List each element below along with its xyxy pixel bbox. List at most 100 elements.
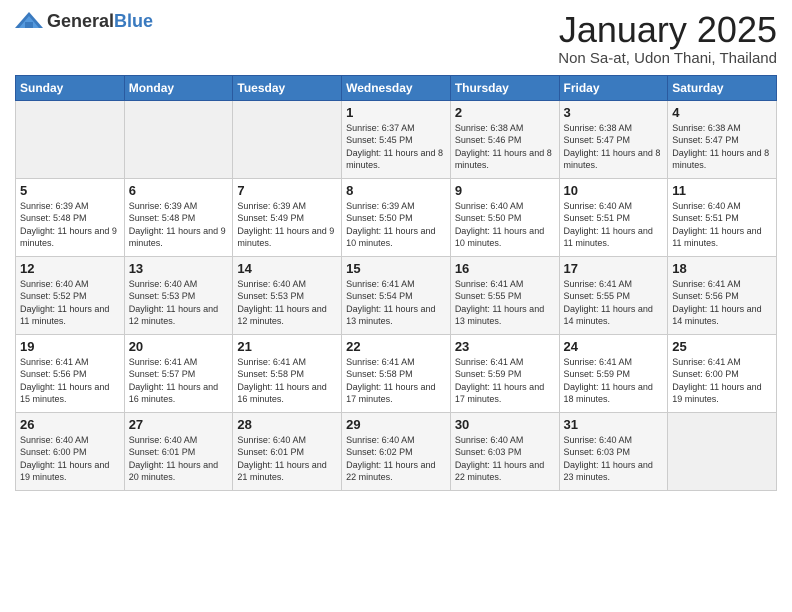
- calendar-cell: 26 Sunrise: 6:40 AMSunset: 6:00 PMDaylig…: [16, 412, 125, 490]
- day-info: Sunrise: 6:41 AMSunset: 5:56 PMDaylight:…: [672, 278, 772, 328]
- day-info: Sunrise: 6:40 AMSunset: 6:02 PMDaylight:…: [346, 434, 446, 484]
- day-info: Sunrise: 6:41 AMSunset: 5:55 PMDaylight:…: [455, 278, 555, 328]
- col-monday: Monday: [124, 75, 233, 100]
- day-number: 5: [20, 183, 120, 198]
- day-info: Sunrise: 6:40 AMSunset: 6:01 PMDaylight:…: [237, 434, 337, 484]
- calendar-cell: 5 Sunrise: 6:39 AMSunset: 5:48 PMDayligh…: [16, 178, 125, 256]
- calendar-cell: 24 Sunrise: 6:41 AMSunset: 5:59 PMDaylig…: [559, 334, 668, 412]
- calendar-cell: 30 Sunrise: 6:40 AMSunset: 6:03 PMDaylig…: [450, 412, 559, 490]
- day-number: 20: [129, 339, 229, 354]
- calendar-cell: 6 Sunrise: 6:39 AMSunset: 5:48 PMDayligh…: [124, 178, 233, 256]
- calendar-cell: 9 Sunrise: 6:40 AMSunset: 5:50 PMDayligh…: [450, 178, 559, 256]
- logo-blue: Blue: [114, 11, 153, 31]
- calendar-cell: 20 Sunrise: 6:41 AMSunset: 5:57 PMDaylig…: [124, 334, 233, 412]
- day-info: Sunrise: 6:40 AMSunset: 5:51 PMDaylight:…: [672, 200, 772, 250]
- calendar-cell: 7 Sunrise: 6:39 AMSunset: 5:49 PMDayligh…: [233, 178, 342, 256]
- day-info: Sunrise: 6:41 AMSunset: 5:58 PMDaylight:…: [237, 356, 337, 406]
- day-number: 24: [564, 339, 664, 354]
- calendar-week-5: 26 Sunrise: 6:40 AMSunset: 6:00 PMDaylig…: [16, 412, 777, 490]
- day-number: 4: [672, 105, 772, 120]
- day-number: 21: [237, 339, 337, 354]
- calendar-cell: [233, 100, 342, 178]
- day-number: 23: [455, 339, 555, 354]
- day-number: 17: [564, 261, 664, 276]
- calendar-cell: 19 Sunrise: 6:41 AMSunset: 5:56 PMDaylig…: [16, 334, 125, 412]
- calendar-cell: 18 Sunrise: 6:41 AMSunset: 5:56 PMDaylig…: [668, 256, 777, 334]
- day-info: Sunrise: 6:40 AMSunset: 5:52 PMDaylight:…: [20, 278, 120, 328]
- calendar-cell: 27 Sunrise: 6:40 AMSunset: 6:01 PMDaylig…: [124, 412, 233, 490]
- day-info: Sunrise: 6:41 AMSunset: 5:59 PMDaylight:…: [455, 356, 555, 406]
- calendar-cell: 10 Sunrise: 6:40 AMSunset: 5:51 PMDaylig…: [559, 178, 668, 256]
- day-number: 28: [237, 417, 337, 432]
- calendar-cell: 28 Sunrise: 6:40 AMSunset: 6:01 PMDaylig…: [233, 412, 342, 490]
- day-number: 2: [455, 105, 555, 120]
- day-info: Sunrise: 6:39 AMSunset: 5:48 PMDaylight:…: [129, 200, 229, 250]
- calendar-table: Sunday Monday Tuesday Wednesday Thursday…: [15, 75, 777, 491]
- day-info: Sunrise: 6:39 AMSunset: 5:49 PMDaylight:…: [237, 200, 337, 250]
- day-number: 26: [20, 417, 120, 432]
- day-number: 30: [455, 417, 555, 432]
- calendar-cell: 15 Sunrise: 6:41 AMSunset: 5:54 PMDaylig…: [342, 256, 451, 334]
- calendar-cell: [16, 100, 125, 178]
- col-saturday: Saturday: [668, 75, 777, 100]
- logo-text: GeneralBlue: [47, 12, 153, 31]
- calendar-cell: [668, 412, 777, 490]
- calendar-title: January 2025: [558, 10, 777, 50]
- day-info: Sunrise: 6:41 AMSunset: 6:00 PMDaylight:…: [672, 356, 772, 406]
- calendar-cell: 8 Sunrise: 6:39 AMSunset: 5:50 PMDayligh…: [342, 178, 451, 256]
- day-number: 13: [129, 261, 229, 276]
- col-sunday: Sunday: [16, 75, 125, 100]
- day-number: 14: [237, 261, 337, 276]
- day-number: 12: [20, 261, 120, 276]
- calendar-page: GeneralBlue January 2025 Non Sa-at, Udon…: [0, 0, 792, 612]
- calendar-week-1: 1 Sunrise: 6:37 AMSunset: 5:45 PMDayligh…: [16, 100, 777, 178]
- logo: GeneralBlue: [15, 10, 153, 32]
- day-number: 19: [20, 339, 120, 354]
- day-info: Sunrise: 6:38 AMSunset: 5:47 PMDaylight:…: [564, 122, 664, 172]
- calendar-cell: 23 Sunrise: 6:41 AMSunset: 5:59 PMDaylig…: [450, 334, 559, 412]
- day-number: 29: [346, 417, 446, 432]
- day-number: 1: [346, 105, 446, 120]
- calendar-cell: 14 Sunrise: 6:40 AMSunset: 5:53 PMDaylig…: [233, 256, 342, 334]
- col-friday: Friday: [559, 75, 668, 100]
- calendar-cell: [124, 100, 233, 178]
- day-number: 11: [672, 183, 772, 198]
- day-info: Sunrise: 6:40 AMSunset: 6:00 PMDaylight:…: [20, 434, 120, 484]
- calendar-week-3: 12 Sunrise: 6:40 AMSunset: 5:52 PMDaylig…: [16, 256, 777, 334]
- day-info: Sunrise: 6:38 AMSunset: 5:46 PMDaylight:…: [455, 122, 555, 172]
- day-number: 10: [564, 183, 664, 198]
- day-info: Sunrise: 6:41 AMSunset: 5:56 PMDaylight:…: [20, 356, 120, 406]
- title-area: January 2025 Non Sa-at, Udon Thani, Thai…: [558, 10, 777, 67]
- calendar-cell: 11 Sunrise: 6:40 AMSunset: 5:51 PMDaylig…: [668, 178, 777, 256]
- day-number: 16: [455, 261, 555, 276]
- day-number: 25: [672, 339, 772, 354]
- day-info: Sunrise: 6:41 AMSunset: 5:54 PMDaylight:…: [346, 278, 446, 328]
- day-info: Sunrise: 6:39 AMSunset: 5:48 PMDaylight:…: [20, 200, 120, 250]
- day-info: Sunrise: 6:40 AMSunset: 5:53 PMDaylight:…: [237, 278, 337, 328]
- day-info: Sunrise: 6:41 AMSunset: 5:58 PMDaylight:…: [346, 356, 446, 406]
- calendar-cell: 12 Sunrise: 6:40 AMSunset: 5:52 PMDaylig…: [16, 256, 125, 334]
- header-area: GeneralBlue January 2025 Non Sa-at, Udon…: [15, 10, 777, 67]
- calendar-cell: 17 Sunrise: 6:41 AMSunset: 5:55 PMDaylig…: [559, 256, 668, 334]
- logo-icon: [15, 10, 43, 32]
- day-info: Sunrise: 6:41 AMSunset: 5:55 PMDaylight:…: [564, 278, 664, 328]
- day-number: 22: [346, 339, 446, 354]
- day-info: Sunrise: 6:40 AMSunset: 6:03 PMDaylight:…: [564, 434, 664, 484]
- day-info: Sunrise: 6:39 AMSunset: 5:50 PMDaylight:…: [346, 200, 446, 250]
- day-number: 3: [564, 105, 664, 120]
- calendar-cell: 4 Sunrise: 6:38 AMSunset: 5:47 PMDayligh…: [668, 100, 777, 178]
- calendar-cell: 22 Sunrise: 6:41 AMSunset: 5:58 PMDaylig…: [342, 334, 451, 412]
- calendar-cell: 2 Sunrise: 6:38 AMSunset: 5:46 PMDayligh…: [450, 100, 559, 178]
- calendar-body: 1 Sunrise: 6:37 AMSunset: 5:45 PMDayligh…: [16, 100, 777, 490]
- calendar-week-4: 19 Sunrise: 6:41 AMSunset: 5:56 PMDaylig…: [16, 334, 777, 412]
- calendar-cell: 13 Sunrise: 6:40 AMSunset: 5:53 PMDaylig…: [124, 256, 233, 334]
- day-info: Sunrise: 6:40 AMSunset: 6:03 PMDaylight:…: [455, 434, 555, 484]
- calendar-subtitle: Non Sa-at, Udon Thani, Thailand: [558, 50, 777, 67]
- calendar-week-2: 5 Sunrise: 6:39 AMSunset: 5:48 PMDayligh…: [16, 178, 777, 256]
- calendar-cell: 1 Sunrise: 6:37 AMSunset: 5:45 PMDayligh…: [342, 100, 451, 178]
- day-number: 31: [564, 417, 664, 432]
- day-number: 6: [129, 183, 229, 198]
- day-info: Sunrise: 6:41 AMSunset: 5:57 PMDaylight:…: [129, 356, 229, 406]
- col-wednesday: Wednesday: [342, 75, 451, 100]
- day-number: 18: [672, 261, 772, 276]
